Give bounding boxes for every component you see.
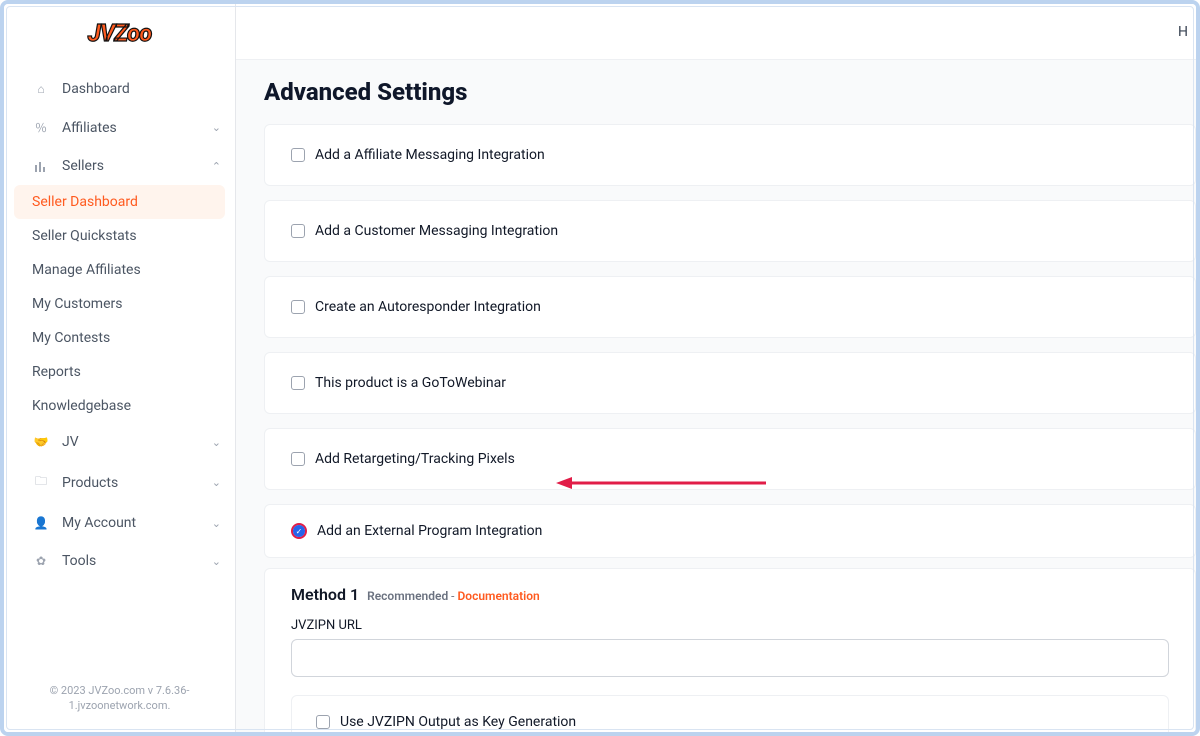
key-gen-card: Use JVZIPN Output as Key Generation xyxy=(291,695,1169,732)
sidebar-nav: ⌂ Dashboard ％ Affiliates ⌄ Sellers ⌃ S xyxy=(4,62,235,672)
sidebar-item-label: My Customers xyxy=(32,296,122,312)
sidebar-item-reports[interactable]: Reports xyxy=(4,355,235,389)
sidebar-item-dashboard[interactable]: ⌂ Dashboard xyxy=(4,70,235,108)
checkbox[interactable] xyxy=(291,224,305,238)
setting-label: This product is a GoToWebinar xyxy=(315,375,506,391)
sidebar-item-my-contests[interactable]: My Contests xyxy=(4,321,235,355)
logo[interactable]: JVZoo xyxy=(4,4,235,62)
setting-label: Add a Customer Messaging Integration xyxy=(315,223,558,239)
sidebar-item-affiliates[interactable]: ％ Affiliates ⌄ xyxy=(4,108,235,147)
chevron-down-icon: ⌄ xyxy=(212,121,221,134)
key-gen-label: Use JVZIPN Output as Key Generation xyxy=(340,714,576,730)
method-card: Method 1 Recommended - Documentation JVZ… xyxy=(264,568,1196,732)
checkbox-checked[interactable]: ✓ xyxy=(291,523,307,539)
handshake-icon: 🤝 xyxy=(32,435,50,449)
setting-label: Add Retargeting/Tracking Pixels xyxy=(315,451,515,467)
sidebar-item-label: Sellers xyxy=(62,158,104,174)
documentation-link[interactable]: Documentation xyxy=(457,589,539,603)
sidebar-item-knowledgebase[interactable]: Knowledgebase xyxy=(4,389,235,423)
jvzipn-url-label: JVZIPN URL xyxy=(291,618,1169,633)
sidebar-item-products[interactable]: 🗀 Products ⌄ xyxy=(4,461,235,504)
checkbox[interactable] xyxy=(291,148,305,162)
jvzipn-url-input[interactable] xyxy=(291,639,1169,677)
setting-card-affiliate-messaging[interactable]: Add a Affiliate Messaging Integration xyxy=(264,124,1196,186)
setting-label: Create an Autoresponder Integration xyxy=(315,299,541,315)
sidebar: JVZoo ⌂ Dashboard ％ Affiliates ⌄ Sellers xyxy=(4,4,236,732)
sidebar-item-my-customers[interactable]: My Customers xyxy=(4,287,235,321)
sidebar-item-label: JV xyxy=(62,434,79,450)
setting-label: Add a Affiliate Messaging Integration xyxy=(315,147,545,163)
sidebar-item-label: Reports xyxy=(32,364,81,380)
sidebar-item-label: Products xyxy=(62,475,118,491)
home-icon: ⌂ xyxy=(32,82,50,96)
sidebar-item-label: Seller Dashboard xyxy=(32,194,138,210)
sidebar-item-manage-affiliates[interactable]: Manage Affiliates xyxy=(4,253,235,287)
main: H Advanced Settings Add a Affiliate Mess… xyxy=(236,4,1196,732)
footer-text: © 2023 JVZoo.com v 7.6.36- xyxy=(24,684,215,699)
recommended-label: Recommended xyxy=(367,589,448,603)
checkbox[interactable] xyxy=(291,376,305,390)
footer-text: 1.jvzoonetwork.com. xyxy=(24,699,215,714)
chevron-down-icon: ⌄ xyxy=(212,476,221,489)
sidebar-footer: © 2023 JVZoo.com v 7.6.36- 1.jvzoonetwor… xyxy=(4,672,235,732)
link-icon: ％ xyxy=(32,119,50,136)
user-icon: 👤 xyxy=(32,516,50,530)
topbar-right-cut: H xyxy=(1178,24,1188,40)
sidebar-item-seller-quickstats[interactable]: Seller Quickstats xyxy=(4,219,235,253)
sidebar-item-sellers[interactable]: Sellers ⌃ xyxy=(4,147,235,185)
page-title: Advanced Settings xyxy=(264,78,1196,106)
sidebar-item-my-account[interactable]: 👤 My Account ⌄ xyxy=(4,504,235,542)
content: Advanced Settings Add a Affiliate Messag… xyxy=(236,60,1196,732)
checkbox[interactable] xyxy=(291,300,305,314)
sidebar-item-label: My Contests xyxy=(32,330,110,346)
chevron-down-icon: ⌄ xyxy=(212,555,221,568)
checkbox[interactable] xyxy=(291,452,305,466)
setting-card-customer-messaging[interactable]: Add a Customer Messaging Integration xyxy=(264,200,1196,262)
sidebar-item-label: Manage Affiliates xyxy=(32,262,141,278)
topbar: H xyxy=(236,4,1196,60)
checkbox[interactable] xyxy=(316,715,330,729)
chevron-down-icon: ⌄ xyxy=(212,436,221,449)
sidebar-item-label: Dashboard xyxy=(62,81,130,97)
chevron-down-icon: ⌄ xyxy=(212,517,221,530)
sidebar-item-label: Tools xyxy=(62,553,96,569)
gear-icon: ✿ xyxy=(32,554,50,568)
check-icon: ✓ xyxy=(296,527,303,536)
sidebar-item-jv[interactable]: 🤝 JV ⌄ xyxy=(4,423,235,461)
logo-text: JVZoo xyxy=(88,19,151,47)
chevron-up-icon: ⌃ xyxy=(212,160,221,173)
setting-card-external-integration[interactable]: ✓ Add an External Program Integration xyxy=(264,504,1196,558)
setting-card-gotowebinar[interactable]: This product is a GoToWebinar xyxy=(264,352,1196,414)
bars-icon xyxy=(32,160,50,172)
setting-label: Add an External Program Integration xyxy=(317,523,542,539)
sidebar-item-label: Affiliates xyxy=(62,120,117,136)
sidebar-item-seller-dashboard[interactable]: Seller Dashboard xyxy=(14,185,225,219)
setting-card-autoresponder[interactable]: Create an Autoresponder Integration xyxy=(264,276,1196,338)
sidebar-item-label: Knowledgebase xyxy=(32,398,131,414)
sidebar-item-label: Seller Quickstats xyxy=(32,228,137,244)
recommended-doc: Recommended - Documentation xyxy=(367,589,540,603)
sidebar-item-label: My Account xyxy=(62,515,136,531)
annotation-arrow xyxy=(556,476,776,492)
method-title: Method 1 xyxy=(291,585,359,604)
folder-icon: 🗀 xyxy=(32,472,50,493)
sidebar-item-tools[interactable]: ✿ Tools ⌄ xyxy=(4,542,235,580)
